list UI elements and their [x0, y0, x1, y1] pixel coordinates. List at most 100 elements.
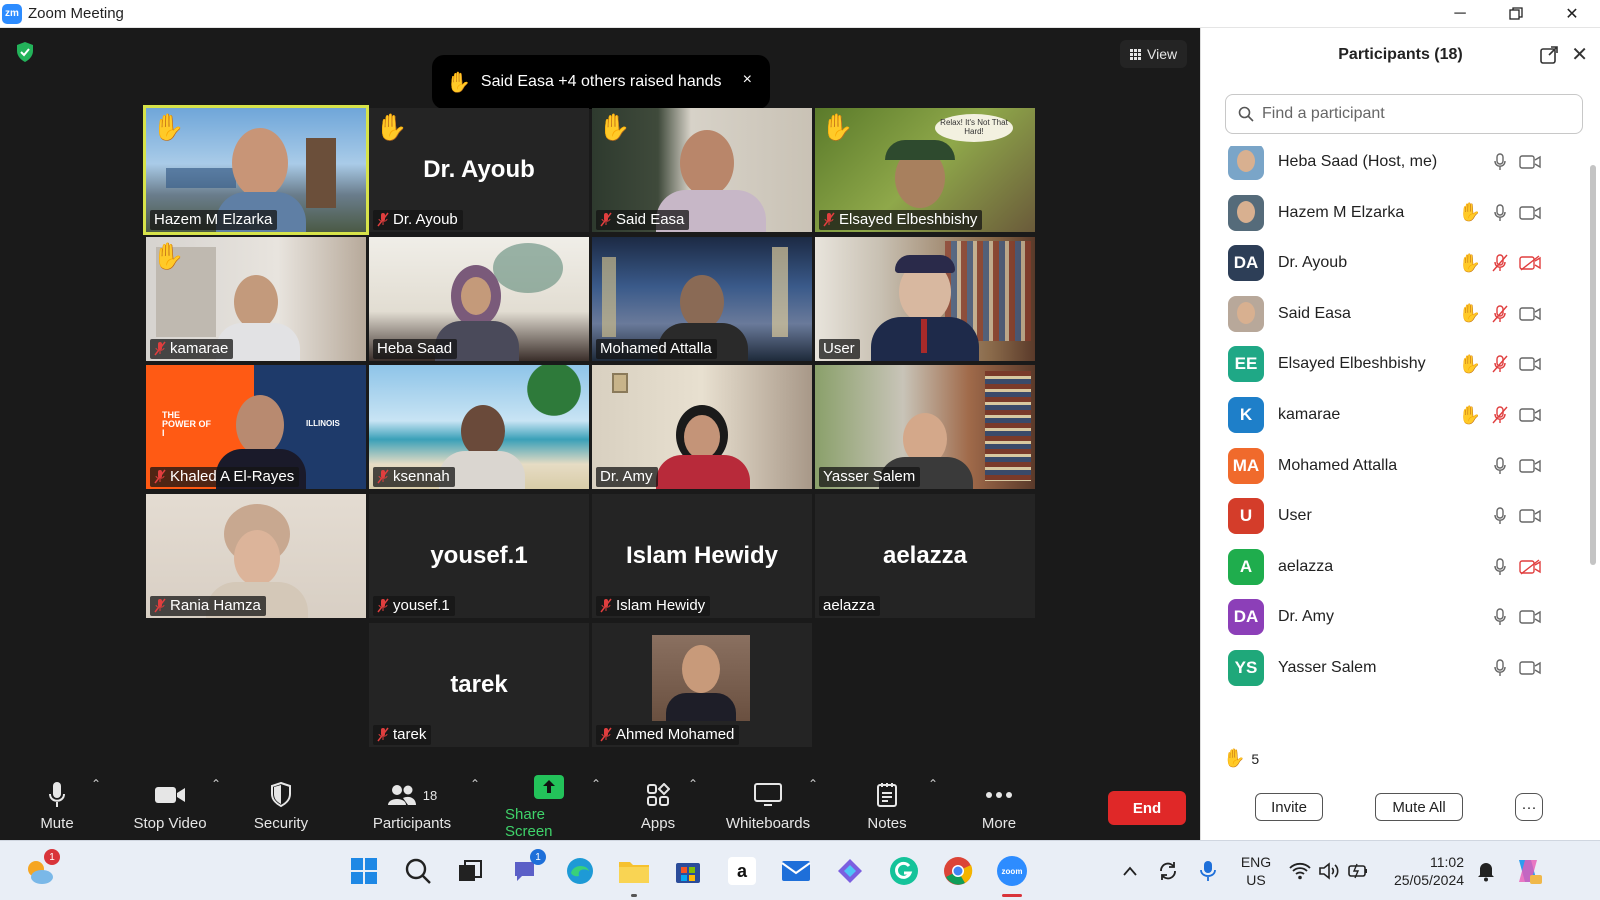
notes-options-caret[interactable]: ⌃: [928, 777, 938, 791]
search-taskbar-button[interactable]: [398, 851, 438, 891]
mic-muted-icon[interactable]: [1489, 252, 1511, 274]
notes-button[interactable]: Notes: [862, 773, 912, 840]
participants-button[interactable]: 18 Participants: [370, 773, 454, 840]
restore-button[interactable]: [1488, 0, 1544, 28]
microphone-icon[interactable]: [1489, 556, 1511, 578]
video-tile[interactable]: Yasser Salem: [815, 365, 1035, 489]
video-camera-icon[interactable]: [1519, 606, 1541, 628]
view-button[interactable]: View: [1120, 40, 1188, 68]
edge-button[interactable]: [560, 851, 600, 891]
video-tile[interactable]: aelazza aelazza: [815, 494, 1035, 618]
copilot-button[interactable]: [830, 851, 870, 891]
video-camera-icon[interactable]: [1519, 505, 1541, 527]
video-tile[interactable]: Mohamed Attalla: [592, 237, 812, 361]
zoom-taskbar-button[interactable]: zoom: [992, 851, 1032, 897]
stop-video-button[interactable]: Stop Video: [128, 773, 212, 840]
chat-button[interactable]: 1: [506, 849, 546, 891]
close-panel-icon[interactable]: ✕: [1571, 42, 1588, 67]
video-camera-icon[interactable]: [1519, 151, 1541, 173]
video-tile[interactable]: yousef.1 yousef.1: [369, 494, 589, 618]
video-tile[interactable]: Relax! It's Not That Hard! ✋ Elsayed Elb…: [815, 108, 1035, 232]
video-tile[interactable]: tarek tarek: [369, 623, 589, 747]
close-window-button[interactable]: ✕: [1544, 0, 1600, 28]
grammarly-button[interactable]: [884, 851, 924, 891]
participant-row[interactable]: Heba Saad (Host, me): [1201, 146, 1593, 188]
more-button[interactable]: More: [975, 773, 1023, 840]
participant-row[interactable]: Hazem M Elzarka ✋: [1201, 187, 1593, 239]
file-explorer-button[interactable]: [614, 851, 654, 897]
video-tile[interactable]: THE POWER OF I ILLINOIS Khaled A El-Raye…: [146, 365, 366, 489]
search-input[interactable]: [1262, 105, 1562, 123]
video-tile[interactable]: Heba Saad: [369, 237, 589, 361]
store-button[interactable]: [668, 851, 708, 891]
video-camera-icon[interactable]: [1519, 657, 1541, 679]
video-tile[interactable]: Islam Hewidy Islam Hewidy: [592, 494, 812, 618]
participants-options-caret[interactable]: ⌃: [470, 777, 480, 791]
participant-row[interactable]: DA Dr. Ayoub ✋: [1201, 237, 1593, 289]
pop-out-icon[interactable]: [1540, 46, 1558, 64]
show-hidden-icons-button[interactable]: [1110, 851, 1150, 891]
minimize-button[interactable]: ─: [1432, 0, 1488, 28]
video-camera-icon[interactable]: [1519, 404, 1541, 426]
chrome-button[interactable]: [938, 851, 978, 891]
participant-row[interactable]: MA Mohamed Attalla: [1201, 440, 1593, 492]
microphone-icon[interactable]: [1489, 455, 1511, 477]
invite-button[interactable]: Invite: [1255, 793, 1323, 821]
microphone-icon[interactable]: [1489, 657, 1511, 679]
video-off-icon[interactable]: [1519, 556, 1541, 578]
apps-options-caret[interactable]: ⌃: [688, 777, 698, 791]
copilot-tray-button[interactable]: [1508, 851, 1548, 891]
whiteboards-options-caret[interactable]: ⌃: [808, 777, 818, 791]
microphone-icon[interactable]: [1489, 202, 1511, 224]
video-tile[interactable]: Dr. Ayoub ✋ Dr. Ayoub: [369, 108, 589, 232]
participant-search[interactable]: [1225, 94, 1583, 134]
video-tile[interactable]: ✋ Said Easa: [592, 108, 812, 232]
language-indicator[interactable]: ENG US: [1236, 853, 1276, 889]
amazon-button[interactable]: a: [722, 851, 762, 891]
close-notice-icon[interactable]: ×: [743, 71, 752, 89]
end-meeting-button[interactable]: End: [1108, 791, 1186, 825]
task-view-button[interactable]: [450, 851, 490, 891]
share-options-caret[interactable]: ⌃: [591, 777, 601, 791]
participant-row[interactable]: EE Elsayed Elbeshbishy ✋: [1201, 338, 1593, 390]
participant-row[interactable]: Kkamarae ✋: [1201, 389, 1593, 441]
clock[interactable]: 11:02 25/05/2024: [1384, 853, 1474, 889]
mute-all-button[interactable]: Mute All: [1375, 793, 1463, 821]
video-camera-icon[interactable]: [1519, 202, 1541, 224]
video-options-caret[interactable]: ⌃: [211, 777, 221, 791]
mute-options-caret[interactable]: ⌃: [91, 777, 101, 791]
start-button[interactable]: [344, 851, 384, 891]
participant-row[interactable]: Said Easa ✋: [1201, 288, 1593, 340]
video-tile[interactable]: ✋ kamarae: [146, 237, 366, 361]
participant-row[interactable]: U User: [1201, 490, 1593, 542]
video-tile[interactable]: Dr. Amy: [592, 365, 812, 489]
mic-muted-icon[interactable]: [1489, 353, 1511, 375]
mute-button[interactable]: Mute: [28, 773, 86, 840]
notifications-button[interactable]: [1466, 851, 1506, 891]
more-options-button[interactable]: ···: [1515, 793, 1543, 821]
security-button[interactable]: Security: [250, 773, 312, 840]
video-tile[interactable]: Rania Hamza: [146, 494, 366, 618]
weather-widget[interactable]: 1: [20, 849, 60, 891]
participant-row[interactable]: YS Yasser Salem: [1201, 642, 1593, 694]
apps-button[interactable]: Apps: [636, 773, 680, 840]
microphone-tray-button[interactable]: [1188, 851, 1228, 891]
mail-button[interactable]: [776, 851, 816, 891]
video-tile[interactable]: User: [815, 237, 1035, 361]
participant-row[interactable]: DA Dr. Amy: [1201, 591, 1593, 643]
microphone-icon[interactable]: [1489, 606, 1511, 628]
whiteboards-button[interactable]: Whiteboards: [722, 773, 814, 840]
scrollbar[interactable]: [1590, 165, 1596, 565]
battery-tray-button[interactable]: [1338, 851, 1378, 891]
share-screen-button[interactable]: Share Screen: [505, 773, 593, 840]
video-off-icon[interactable]: [1519, 252, 1541, 274]
video-camera-icon[interactable]: [1519, 353, 1541, 375]
video-tile[interactable]: Ahmed Mohamed: [592, 623, 812, 747]
mic-muted-icon[interactable]: [1489, 404, 1511, 426]
video-camera-icon[interactable]: [1519, 455, 1541, 477]
encryption-shield-icon[interactable]: [15, 41, 35, 63]
mic-muted-icon[interactable]: [1489, 303, 1511, 325]
microphone-icon[interactable]: [1489, 505, 1511, 527]
video-tile[interactable]: ✋ Hazem M Elzarka: [143, 105, 369, 235]
microphone-icon[interactable]: [1489, 151, 1511, 173]
